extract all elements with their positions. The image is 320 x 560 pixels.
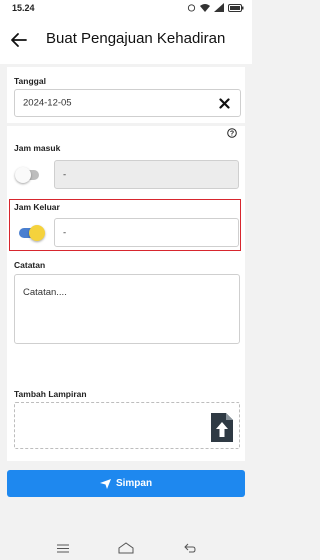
jam-masuk-field[interactable]: - [54, 160, 239, 189]
app-header: Buat Pengajuan Kehadiran [0, 18, 252, 64]
tanggal-label: Tanggal [14, 76, 46, 86]
attendance-card: ? Jam masuk - Jam Keluar - Catatan Catat… [7, 126, 245, 461]
tanggal-card: Tanggal 2024-12-05 [7, 67, 245, 123]
tanggal-field[interactable]: 2024-12-05 [14, 89, 241, 117]
page-title: Buat Pengajuan Kehadiran [46, 30, 226, 47]
save-button-label: Simpan [115, 478, 153, 489]
alarm-icon [187, 4, 196, 12]
jam-masuk-toggle[interactable] [15, 167, 39, 183]
battery-icon [228, 3, 244, 12]
send-icon [99, 478, 111, 489]
status-icons [187, 3, 244, 12]
jam-keluar-highlight [9, 199, 241, 251]
jam-masuk-toggle-knob [15, 167, 31, 183]
wifi-icon [200, 4, 210, 12]
jam-masuk-label: Jam masuk [14, 143, 61, 153]
arrow-left-icon[interactable] [10, 31, 28, 49]
close-icon[interactable] [219, 98, 230, 109]
catatan-label: Catatan [14, 260, 46, 270]
catatan-textarea[interactable]: Catatan.... [14, 274, 240, 344]
status-bar: 15.24 [0, 0, 252, 18]
file-upload-icon[interactable] [211, 413, 233, 442]
menu-icon[interactable] [57, 544, 69, 553]
svg-text:?: ? [230, 130, 234, 137]
help-icon[interactable]: ? [227, 128, 237, 138]
save-button[interactable]: Simpan [7, 470, 245, 497]
home-icon[interactable] [118, 542, 134, 554]
catatan-placeholder: Catatan.... [23, 287, 67, 298]
status-time: 15.24 [12, 3, 35, 13]
jam-masuk-value: - [63, 169, 67, 180]
system-nav-bar [0, 536, 252, 560]
signal-icon [214, 3, 224, 12]
tanggal-value: 2024-12-05 [23, 97, 72, 109]
back-nav-icon[interactable] [184, 543, 196, 553]
lampiran-label: Tambah Lampiran [14, 389, 87, 399]
lampiran-dropzone[interactable] [14, 402, 240, 449]
